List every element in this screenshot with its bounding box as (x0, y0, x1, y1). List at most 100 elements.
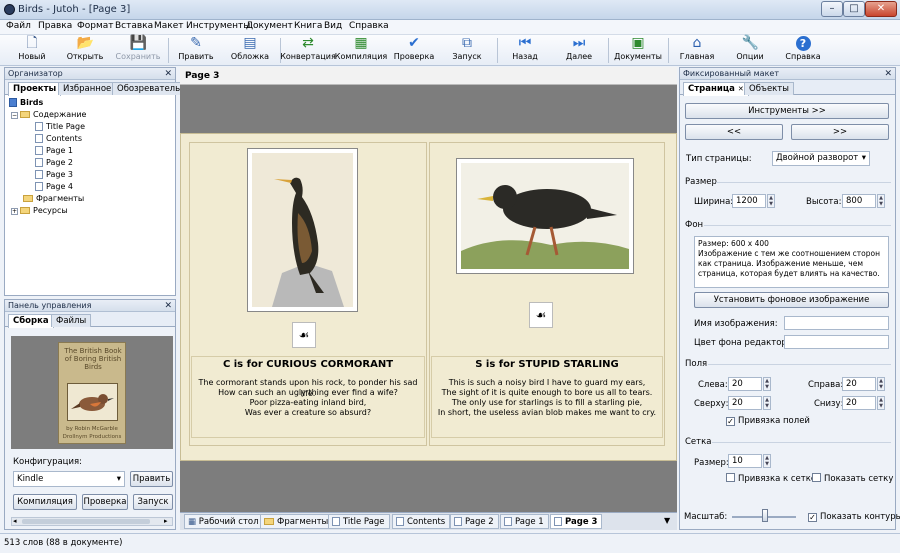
tree-item-contents[interactable]: Contents (35, 133, 82, 144)
tree-item-page-3[interactable]: Page 3 (35, 169, 73, 180)
scroll-thumb[interactable] (22, 519, 150, 524)
set-background-button[interactable]: Установить фоновое изображение (694, 292, 889, 308)
tab-desktop[interactable]: ▦ Рабочий стол (184, 514, 264, 529)
show-grid-checkbox[interactable]: Показать сетку (812, 473, 893, 484)
horizontal-scrollbar[interactable]: ◂ ▸ (11, 517, 173, 526)
tree-item-page-4[interactable]: Page 4 (35, 181, 73, 192)
left-margin-input[interactable]: 20 (728, 377, 762, 391)
tree-item-page-1[interactable]: Page 1 (35, 145, 73, 156)
back-button[interactable]: ⏮ Назад (495, 35, 555, 66)
compile-button[interactable]: ▦ Компиляция (331, 35, 391, 66)
convert-button[interactable]: ⇄ Конвертация (278, 35, 338, 66)
menu-insert[interactable]: Вставка (115, 21, 153, 31)
home-button[interactable]: ⌂ Главная (667, 35, 727, 66)
menu-tools[interactable]: Инструменты (186, 21, 250, 31)
save-button[interactable]: 💾 Сохранить (108, 35, 168, 66)
bottom-margin-stepper[interactable]: ▲ ▼ (877, 396, 885, 410)
menu-help[interactable]: Справка (349, 21, 389, 31)
tree-item-contents-folder[interactable]: − Содержание (11, 109, 86, 120)
menu-format[interactable]: Формат (77, 21, 114, 31)
menu-layout[interactable]: Макет (154, 21, 184, 31)
snap-grid-checkbox[interactable]: Привязка к сетке (726, 473, 816, 484)
tab-files[interactable]: Файлы (51, 314, 92, 327)
close-icon[interactable]: ✕ (164, 300, 172, 312)
editor-bg-color-input[interactable] (784, 335, 889, 349)
tab-page-2[interactable]: Page 2 (450, 514, 499, 529)
close-icon[interactable]: ✕ (164, 68, 172, 80)
tree-item-page-2[interactable]: Page 2 (35, 157, 73, 168)
grid-size-stepper[interactable]: ▲ ▼ (763, 454, 771, 468)
open-button[interactable]: 📂 Открыть (55, 35, 115, 66)
height-input[interactable]: 800 (842, 194, 876, 208)
tab-page-1[interactable]: Page 1 (500, 514, 549, 529)
new-button[interactable]: 🗋 Новый (2, 35, 62, 66)
starling-picture[interactable] (456, 158, 634, 274)
scroll-right-icon[interactable]: ▸ (164, 517, 168, 525)
menu-document[interactable]: Документ (246, 21, 293, 31)
tree-item-resources[interactable]: + Ресурсы (11, 205, 68, 216)
minimize-button[interactable]: – (821, 1, 843, 17)
book-cover-thumbnail[interactable]: The British Book of Boring British Birds… (58, 342, 126, 444)
top-margin-input[interactable]: 20 (728, 396, 762, 410)
width-stepper[interactable]: ▲ ▼ (767, 194, 775, 208)
tab-build[interactable]: Сборка (8, 314, 54, 328)
cover-button[interactable]: ▤ Обложка (220, 35, 280, 66)
tab-browser[interactable]: Обозреватель (112, 82, 186, 95)
close-tab-icon[interactable]: ✕ (738, 85, 744, 93)
launch-build-button[interactable]: Запуск (133, 494, 173, 510)
config-edit-button[interactable]: Править (130, 471, 173, 487)
height-stepper[interactable]: ▲ ▼ (877, 194, 885, 208)
page-spread[interactable]: ☙ ☙ C is for CURIOUS CORMORANT The cormo… (180, 133, 677, 461)
close-icon[interactable]: ✕ (884, 68, 892, 80)
tools-button[interactable]: Инструменты >> (685, 103, 889, 119)
width-input[interactable]: 1200 (732, 194, 766, 208)
tab-contents[interactable]: Contents (392, 514, 451, 529)
cormorant-picture[interactable] (247, 148, 358, 312)
previous-page-button[interactable]: << (685, 124, 783, 140)
close-button[interactable]: ✕ (865, 1, 897, 17)
forward-button[interactable]: ⏭ Далее (549, 35, 609, 66)
compile-build-button[interactable]: Компиляция (13, 494, 77, 510)
left-margin-stepper[interactable]: ▲ ▼ (763, 377, 771, 391)
menu-view[interactable]: Вид (324, 21, 342, 31)
options-button[interactable]: 🔧 Опции (720, 35, 780, 66)
documents-button[interactable]: ▣ Документы (608, 35, 668, 66)
tab-title-page[interactable]: Title Page (328, 514, 390, 529)
help-button[interactable]: ? Справка (773, 35, 833, 66)
tree-item-book[interactable]: Birds (9, 97, 43, 108)
tab-favorites[interactable]: Избранное (58, 82, 117, 95)
page-type-select[interactable]: Двойной разворот ▾ (772, 151, 870, 166)
launch-button[interactable]: ⧉ Запуск (437, 35, 497, 66)
right-margin-stepper[interactable]: ▲ ▼ (877, 377, 885, 391)
maximize-button[interactable]: □ (843, 1, 865, 17)
checkbox-icon[interactable] (812, 473, 821, 482)
menu-file[interactable]: Файл (6, 21, 31, 31)
grid-size-input[interactable]: 10 (728, 454, 762, 468)
left-text-box[interactable]: C is for CURIOUS CORMORANT The cormorant… (191, 356, 425, 438)
zoom-slider-thumb[interactable] (762, 509, 768, 522)
tab-page[interactable]: Страница ✕ (683, 82, 749, 96)
tab-fragments[interactable]: Фрагменты (260, 514, 334, 529)
tab-objects[interactable]: Объекты (744, 82, 794, 95)
collapse-icon[interactable]: − (11, 112, 18, 119)
edit-button[interactable]: ✎ Править (166, 35, 226, 66)
check-build-button[interactable]: Проверка (82, 494, 128, 510)
check-button[interactable]: ✔ Проверка (384, 35, 444, 66)
right-text-box[interactable]: S is for STUPID STARLING This is such a … (431, 356, 663, 438)
menu-edit[interactable]: Правка (38, 21, 72, 31)
menu-book[interactable]: Книга (294, 21, 322, 31)
top-margin-stepper[interactable]: ▲ ▼ (763, 396, 771, 410)
image-name-input[interactable] (784, 316, 889, 330)
snap-margins-checkbox[interactable]: ✓ Привязка полей (726, 416, 810, 426)
expand-icon[interactable]: + (11, 208, 18, 215)
tab-page-3[interactable]: Page 3 (550, 514, 603, 529)
bottom-margin-input[interactable]: 20 (842, 396, 876, 410)
scroll-left-icon[interactable]: ◂ (13, 517, 17, 525)
right-margin-input[interactable]: 20 (842, 377, 876, 391)
tabs-menu-icon[interactable]: ▼ (664, 516, 670, 525)
tree-item-fragments[interactable]: Фрагменты (23, 193, 84, 204)
tab-projects[interactable]: Проекты (8, 82, 62, 96)
checkbox-checked-icon[interactable]: ✓ (726, 417, 735, 426)
tree-item-title-page[interactable]: Title Page (35, 121, 85, 132)
checkbox-icon[interactable] (726, 473, 735, 482)
